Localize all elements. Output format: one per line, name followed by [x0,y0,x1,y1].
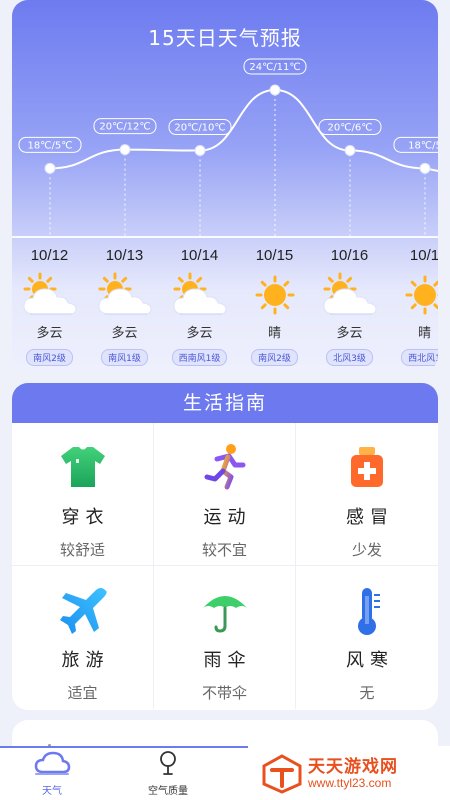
temp-point [119,144,131,156]
guide-item-travel[interactable]: 旅游 适宜 [12,566,154,709]
forecast-days: 10/12 多云 南风2级 10/13 多云 南风1级 10/14 多云 西南风… [12,238,438,372]
wind-badge: 北风3级 [326,349,373,366]
temperature-curve: 18℃/5℃ 20℃/12℃ 20℃/10℃ 24℃/11℃ 20℃/6℃ 18℃/5 [18,58,438,236]
guide-item-cold[interactable]: 感冒 少发 [296,423,438,566]
life-guide-card: 生活指南 穿衣 较舒适 运动 较不宜 感冒 少发 旅游 适宜 雨伞 不带伞 风寒… [12,383,438,710]
day-column[interactable]: 10/16 多云 北风3级 [312,238,387,366]
sun-icon [395,272,438,318]
guide-item-umbrella[interactable]: 雨伞 不带伞 [154,566,296,709]
day-column[interactable]: 10/12 多云 南风2级 [12,238,87,366]
temp-label: 20℃/12℃ [93,118,157,135]
temp-point [269,84,281,96]
tab-label: 天气 [42,786,62,797]
wind-badge: 南风1级 [101,349,148,366]
tab-indicator [0,746,248,748]
day-condition: 多云 [186,326,213,341]
partly-cloudy-icon [170,272,230,318]
guide-item-name: 旅游 [61,650,110,671]
guide-item-clothing[interactable]: 穿衣 较舒适 [12,423,154,566]
tshirt-icon [55,439,111,495]
life-guide-title: 生活指南 [12,383,438,423]
day-date: 10/13 [105,247,144,264]
guide-item-value: 较舒适 [59,541,105,559]
thermometer-icon [339,582,395,638]
guide-item-name: 穿衣 [61,507,110,528]
day-condition: 多云 [111,326,138,341]
temp-label-text: 20℃/12℃ [99,122,150,133]
temp-point [344,145,356,157]
guide-item-value: 较不宜 [201,541,247,559]
guide-item-windchill[interactable]: 风寒 无 [296,566,438,709]
day-column[interactable]: 10/14 多云 西南风1级 [162,238,237,366]
temp-label: 20℃/10℃ [168,119,232,136]
temp-label: 18℃/5℃ [18,136,82,153]
weather-cloud-icon [2,750,102,780]
day-condition: 晴 [267,326,281,341]
air-quality-icon [118,750,218,780]
partly-cloudy-icon [95,272,155,318]
temp-label-text: 18℃/5℃ [28,140,73,151]
partly-cloudy-icon [320,272,380,318]
day-column[interactable]: 10/1 晴 西北风1 [387,238,438,366]
temp-point [419,162,431,174]
forecast-card: 15天日天气预报 18℃/5℃ 20℃/12℃ 20℃/10℃ 24℃/11℃ 20℃/… [12,0,438,372]
temp-label-text: 20℃/6℃ [328,123,373,134]
day-date: 10/12 [30,247,69,264]
umbrella-icon [197,582,253,638]
watermark-title: 天天游戏网 [308,757,398,777]
tab-label: 空气质量 [148,786,188,797]
temp-label-text: 24℃/11℃ [249,62,300,73]
day-condition: 晴 [417,326,431,341]
wind-badge: 南风2级 [26,349,73,366]
day-column[interactable]: 10/13 多云 南风1级 [87,238,162,366]
day-column[interactable]: 10/15 晴 南风2级 [237,238,312,366]
day-date: 10/16 [330,247,369,264]
day-date: 10/1 [409,247,438,264]
wind-badge: 西北风1 [401,349,438,366]
temp-label: 24℃/11℃ [243,58,307,75]
partly-cloudy-icon [20,272,80,318]
life-guide-grid: 穿衣 较舒适 运动 较不宜 感冒 少发 旅游 适宜 雨伞 不带伞 风寒 无 [12,423,438,709]
tab-weather[interactable]: 天气 [2,750,102,797]
guide-item-name: 运动 [203,507,252,528]
guide-item-value: 不带伞 [201,684,247,702]
sun-icon [245,272,305,318]
medicine-icon [339,439,395,495]
day-condition: 多云 [36,326,63,341]
guide-item-name: 雨伞 [203,650,252,671]
temp-label-text: 20℃/10℃ [174,123,225,134]
watermark-logo-icon [262,754,302,798]
temp-label-text: 18℃/5 [408,140,438,151]
day-date: 10/15 [255,247,294,264]
guide-item-name: 风寒 [346,650,394,671]
wind-badge: 西南风1级 [171,349,228,366]
tab-air-quality[interactable]: 空气质量 [118,750,218,797]
airplane-icon [55,582,111,638]
guide-item-value: 无 [359,684,375,702]
day-date: 10/14 [180,247,219,264]
guide-item-value: 适宜 [67,684,98,702]
watermark: 天天游戏网 www.ttyl23.com [262,752,448,796]
temp-point [194,145,206,157]
running-icon [197,439,253,495]
temp-label: 18℃/5 [393,136,438,153]
guide-item-name: 感冒 [346,507,394,528]
temp-point [44,162,56,174]
guide-item-value: 少发 [351,541,382,559]
guide-item-sport[interactable]: 运动 较不宜 [154,423,296,566]
watermark-url: www.ttyl23.com [308,776,392,790]
wind-badge: 南风2级 [251,349,298,366]
day-condition: 多云 [336,326,363,341]
temp-label: 20℃/6℃ [318,119,382,136]
